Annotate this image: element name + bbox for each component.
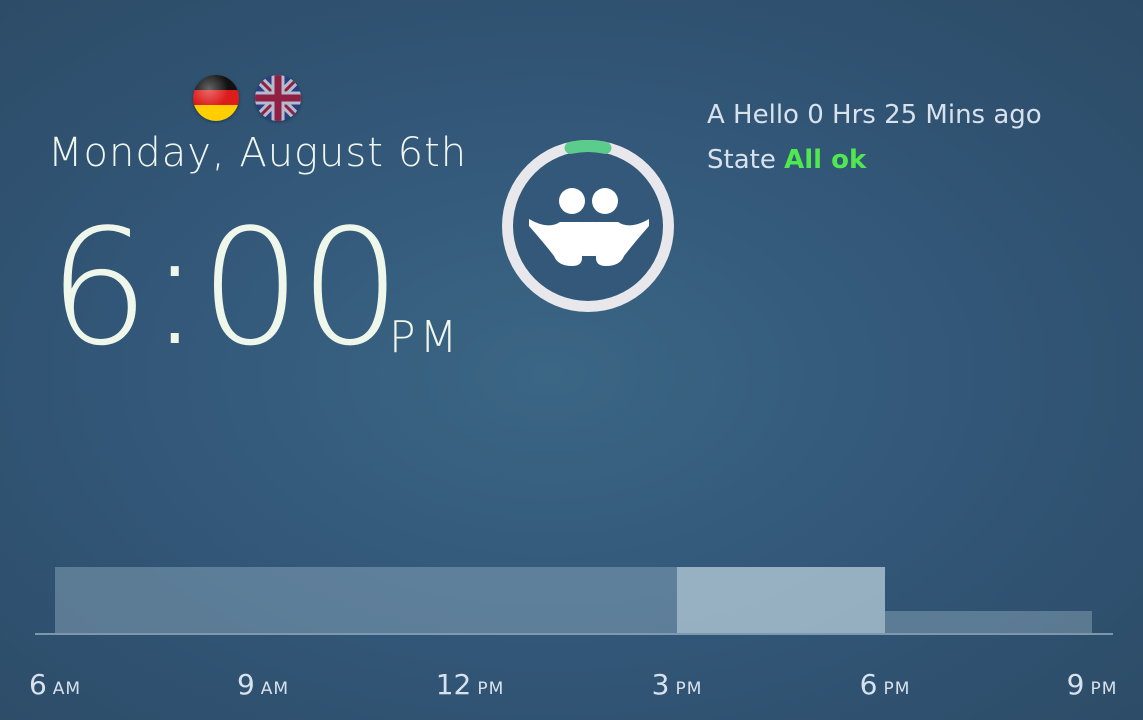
- timeline-tick-label: 3 PM: [652, 668, 703, 701]
- timeline-tick-label: 9 PM: [1067, 668, 1118, 701]
- tick-hour: 9: [1066, 668, 1085, 701]
- clock-time: 6:00: [48, 194, 401, 381]
- timeline-bar-current: [677, 567, 885, 633]
- timeline-tick-label: 6 AM: [29, 668, 81, 701]
- tick-hour: 12: [435, 668, 472, 701]
- tick-suffix: PM: [675, 679, 703, 699]
- german-flag-icon[interactable]: [193, 75, 239, 121]
- tick-suffix: AM: [260, 679, 290, 699]
- timeline-tick-label: 6 PM: [860, 668, 911, 701]
- state-line: State All ok: [707, 145, 866, 175]
- last-hello-text: A Hello 0 Hrs 25 Mins ago: [707, 100, 1042, 130]
- tick-suffix: PM: [1090, 679, 1118, 699]
- timeline-tick-label: 9 AM: [237, 668, 289, 701]
- date-display: Monday, August 6th: [48, 130, 468, 176]
- tick-suffix: AM: [52, 679, 82, 699]
- tick-hour: 6: [859, 668, 878, 701]
- tick-hour: 9: [236, 668, 255, 701]
- tick-suffix: PM: [883, 679, 911, 699]
- tick-hour: 6: [28, 668, 47, 701]
- timeline-baseline: [35, 633, 1113, 635]
- timeline-tick-label: 12 PM: [436, 668, 505, 701]
- activity-timeline: 6 AM 9 AM 12 PM 3 PM 6 PM 9 PM: [0, 540, 1143, 720]
- clock-ampm: PM: [389, 312, 462, 363]
- tick-hour: 3: [651, 668, 670, 701]
- timeline-bar: [884, 611, 1092, 633]
- tick-suffix: PM: [477, 679, 505, 699]
- hangout-progress-ring[interactable]: [492, 130, 684, 322]
- state-value: All ok: [784, 145, 867, 175]
- timeline-bar: [55, 567, 678, 633]
- uk-flag-icon[interactable]: [255, 75, 301, 121]
- progress-arc: [564, 140, 612, 154]
- state-label: State: [707, 145, 776, 175]
